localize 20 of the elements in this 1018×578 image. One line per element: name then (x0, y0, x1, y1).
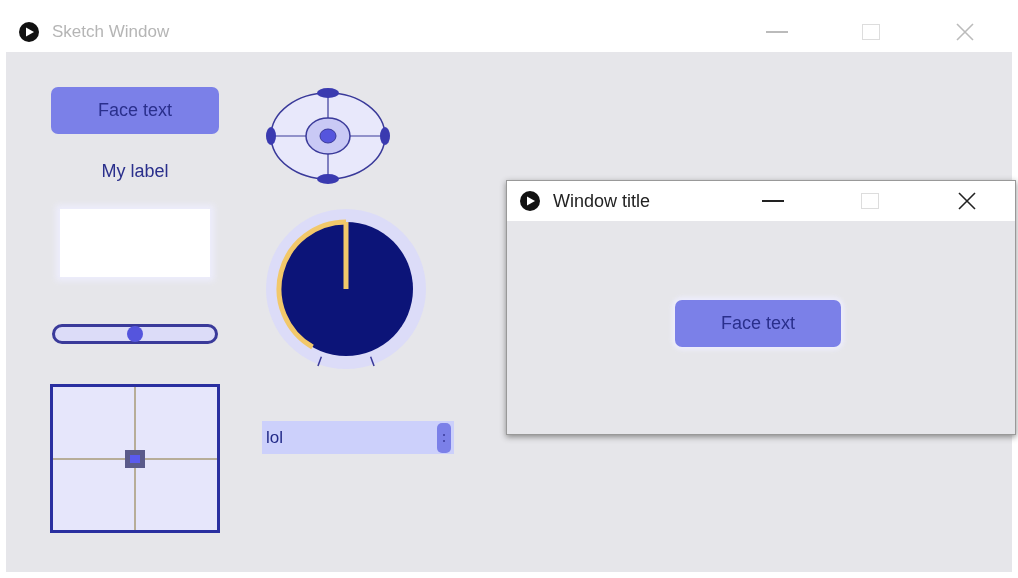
xy-pad-control[interactable] (50, 384, 220, 533)
text-label: My label (101, 160, 169, 183)
maximize-icon (860, 193, 879, 209)
minimize-icon (761, 200, 784, 202)
app-icon (18, 21, 40, 43)
app-icon (519, 190, 541, 212)
joystick-control[interactable] (265, 87, 391, 185)
face-button[interactable]: Face text (675, 300, 841, 347)
spinner-icon (437, 422, 451, 453)
window-title: Window title (553, 189, 651, 213)
close-icon (956, 23, 974, 41)
slider-thumb[interactable] (127, 326, 143, 342)
face-button[interactable]: Face text (51, 87, 219, 134)
minimize-icon (766, 31, 788, 33)
knob-control[interactable] (264, 207, 428, 371)
window-title: Sketch Window (52, 21, 170, 44)
maximize-icon (862, 24, 880, 40)
close-icon (957, 192, 976, 210)
dropdown-field[interactable]: lol (262, 421, 454, 454)
dropdown-value: lol (266, 426, 283, 449)
